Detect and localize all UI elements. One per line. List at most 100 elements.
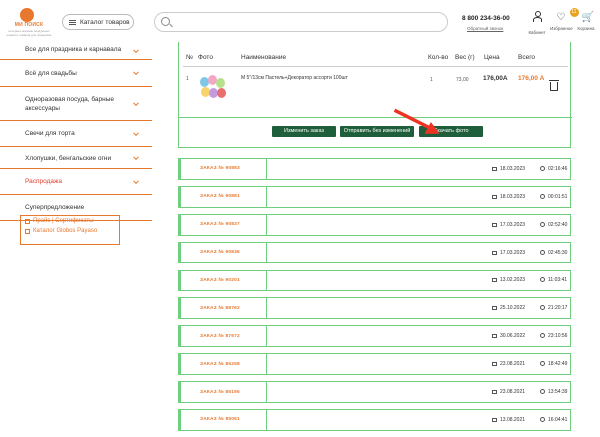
catalog-pdf-link[interactable]: Каталог Globos Payaso: [21, 226, 119, 236]
order-number[interactable]: ЗАКАЗ № 85258: [200, 362, 240, 367]
product-photo[interactable]: [199, 75, 226, 105]
order-number[interactable]: ЗАКАЗ № 85061: [200, 417, 240, 422]
order-detail-card: № Фото Наименование Кол-во Вес (г) Цена …: [178, 42, 572, 148]
order-row[interactable]: ЗАКАЗ № 85258 23.08.2021 18:42:49: [178, 353, 571, 376]
divider: [266, 410, 267, 430]
order-number[interactable]: ЗАКАЗ № 85195: [200, 390, 240, 395]
cabinet-button[interactable]: Кабинет: [526, 13, 548, 35]
order-date-value: 17.03.2023: [500, 249, 526, 256]
order-date: 18.03.2023: [492, 194, 525, 200]
search-input[interactable]: [154, 12, 448, 32]
clock-icon: [540, 165, 545, 171]
catalog-pdf-link-label: Каталог Globos Payaso: [33, 228, 98, 234]
order-row[interactable]: ЗАКАЗ № 90836 17.03.2023 02:45:30: [178, 241, 571, 264]
site-header: МИ ПОИСК интернет-магазин воздушных шаро…: [0, 0, 600, 42]
sidebar-item-holiday[interactable]: Все для праздника и карнавала: [0, 42, 152, 60]
trash-icon[interactable]: [549, 80, 559, 91]
order-row[interactable]: ЗАКАЗ № 90837 17.03.2023 02:52:40: [178, 213, 571, 236]
order-date: 17.03.2023: [492, 250, 525, 256]
logo-mark-icon: [20, 8, 34, 22]
item-total: 176,00 А: [518, 75, 545, 82]
divider: [266, 186, 267, 207]
clock-icon: [540, 389, 545, 395]
order-date-value: 23.08.2021: [500, 389, 526, 396]
cart-button[interactable]: 🛒 Корзина: [575, 12, 597, 32]
document-icon: [25, 228, 30, 234]
order-row[interactable]: ЗАКАЗ № 90883 18.03.2023 02:16:46: [178, 158, 571, 180]
order-row[interactable]: ЗАКАЗ № 90881 18.03.2023 00:01:51: [178, 185, 571, 208]
change-order-button[interactable]: Изменить заказ: [272, 126, 336, 137]
chevron-down-icon: [133, 46, 139, 53]
item-number: 1: [186, 76, 189, 82]
order-time: 13:54:39: [540, 389, 567, 395]
category-sidebar: Все для праздника и карнавала Всё для св…: [0, 42, 155, 221]
clock-icon: [540, 277, 545, 283]
site-logo[interactable]: МИ ПОИСК интернет-магазин воздушных шаро…: [6, 8, 52, 38]
document-icon: [25, 218, 30, 224]
order-row[interactable]: ЗАКАЗ № 85195 23.08.2021 13:54:39: [178, 381, 571, 403]
order-date: 30.06.2022: [492, 333, 525, 339]
order-time-value: 02:16:46: [548, 165, 568, 172]
sidebar-item-wedding[interactable]: Всё для свадьбы: [0, 60, 152, 87]
order-row[interactable]: ЗАКАЗ № 88762 25.10.2022 21:20:17: [178, 297, 571, 320]
sidebar-item-tableware[interactable]: Одноразовая посуда, барные аксессуары: [0, 87, 152, 121]
order-time: 23:10:56: [540, 333, 567, 339]
sidebar-item-label: Хлопушки, бенгальские огни: [25, 155, 112, 162]
order-number[interactable]: ЗАКАЗ № 90883: [200, 166, 240, 171]
sidebar-item-label: Свечи для торта: [25, 130, 75, 137]
order-time-value: 21:20:17: [548, 305, 568, 312]
cabinet-label: Кабинет: [528, 30, 546, 35]
order-time: 16:04:41: [540, 416, 567, 423]
order-time: 02:45:30: [540, 249, 568, 256]
col-name: Наименование: [241, 54, 287, 61]
favorites-button[interactable]: ♡ 11 Избранное: [550, 8, 579, 31]
divider: [266, 214, 267, 235]
sidebar-item-sparklers[interactable]: Хлопушки, бенгальские огни: [0, 147, 152, 169]
col-photo: Фото: [198, 54, 213, 61]
order-number[interactable]: ЗАКАЗ № 87672: [200, 334, 240, 339]
order-date: 23.08.2021: [492, 389, 525, 395]
clock-icon: [540, 361, 545, 367]
sidebar-item-candles[interactable]: Свечи для торта: [0, 121, 152, 147]
chevron-down-icon: [133, 153, 139, 160]
order-row[interactable]: ЗАКАЗ № 87672 30.06.2022 23:10:56: [178, 325, 571, 348]
order-time: 00:01:51: [540, 193, 567, 200]
clock-icon: [540, 221, 545, 227]
price-link-label: Прайс | Сертификаты: [33, 218, 94, 224]
product-name[interactable]: М 5"/13см Пастель+Декоратор ассорти 100ш…: [241, 75, 348, 81]
logo-tagline: интернет-магазин воздушных шаров и товар…: [6, 29, 52, 37]
sidebar-item-sale[interactable]: Распродажа: [0, 169, 152, 195]
cart-icon: 🛒: [581, 12, 594, 23]
sidebar-item-label: Одноразовая посуда, барные аксессуары: [25, 96, 115, 112]
logo-brand: МИ ПОИСК: [14, 22, 44, 28]
clock-icon: [540, 193, 545, 199]
order-time-value: 02:45:30: [548, 249, 568, 256]
order-date-value: 30.06.2022: [500, 333, 526, 340]
order-time: 21:20:17: [540, 305, 567, 311]
order-number[interactable]: ЗАКАЗ № 88762: [200, 306, 240, 311]
order-number[interactable]: ЗАКАЗ № 90881: [200, 194, 240, 199]
callback-link[interactable]: Обратный звонок: [467, 26, 503, 31]
order-date: 13.02.2023: [492, 277, 525, 283]
divider: [183, 66, 568, 67]
price-link[interactable]: Прайс | Сертификаты: [21, 216, 119, 226]
catalog-button-label: Каталог товаров: [80, 18, 130, 26]
order-date-value: 17.03.2023: [500, 221, 526, 228]
divider: [266, 242, 267, 263]
order-time-value: 23:10:56: [548, 333, 568, 340]
phone-number[interactable]: 8 800 234-36-00: [462, 15, 510, 22]
order-number[interactable]: ЗАКАЗ № 90836: [200, 250, 240, 255]
calendar-icon: [492, 166, 497, 171]
sidebar-item-label: Суперпредложение: [25, 204, 85, 211]
catalog-button[interactable]: Каталог товаров: [62, 14, 134, 30]
calendar-icon: [492, 417, 497, 422]
order-number[interactable]: ЗАКАЗ № 90837: [200, 222, 240, 227]
order-row[interactable]: ЗАКАЗ № 90201 13.02.2023 11:03:41: [178, 269, 571, 292]
divider: [266, 382, 267, 402]
order-number[interactable]: ЗАКАЗ № 90201: [200, 278, 240, 283]
chevron-down-icon: [133, 99, 139, 106]
order-date: 13.08.2021: [492, 417, 525, 423]
order-time: 11:03:41: [540, 277, 567, 283]
order-row[interactable]: ЗАКАЗ № 85061 13.08.2021 16:04:41: [178, 409, 571, 431]
heart-icon: ♡: [556, 12, 566, 23]
